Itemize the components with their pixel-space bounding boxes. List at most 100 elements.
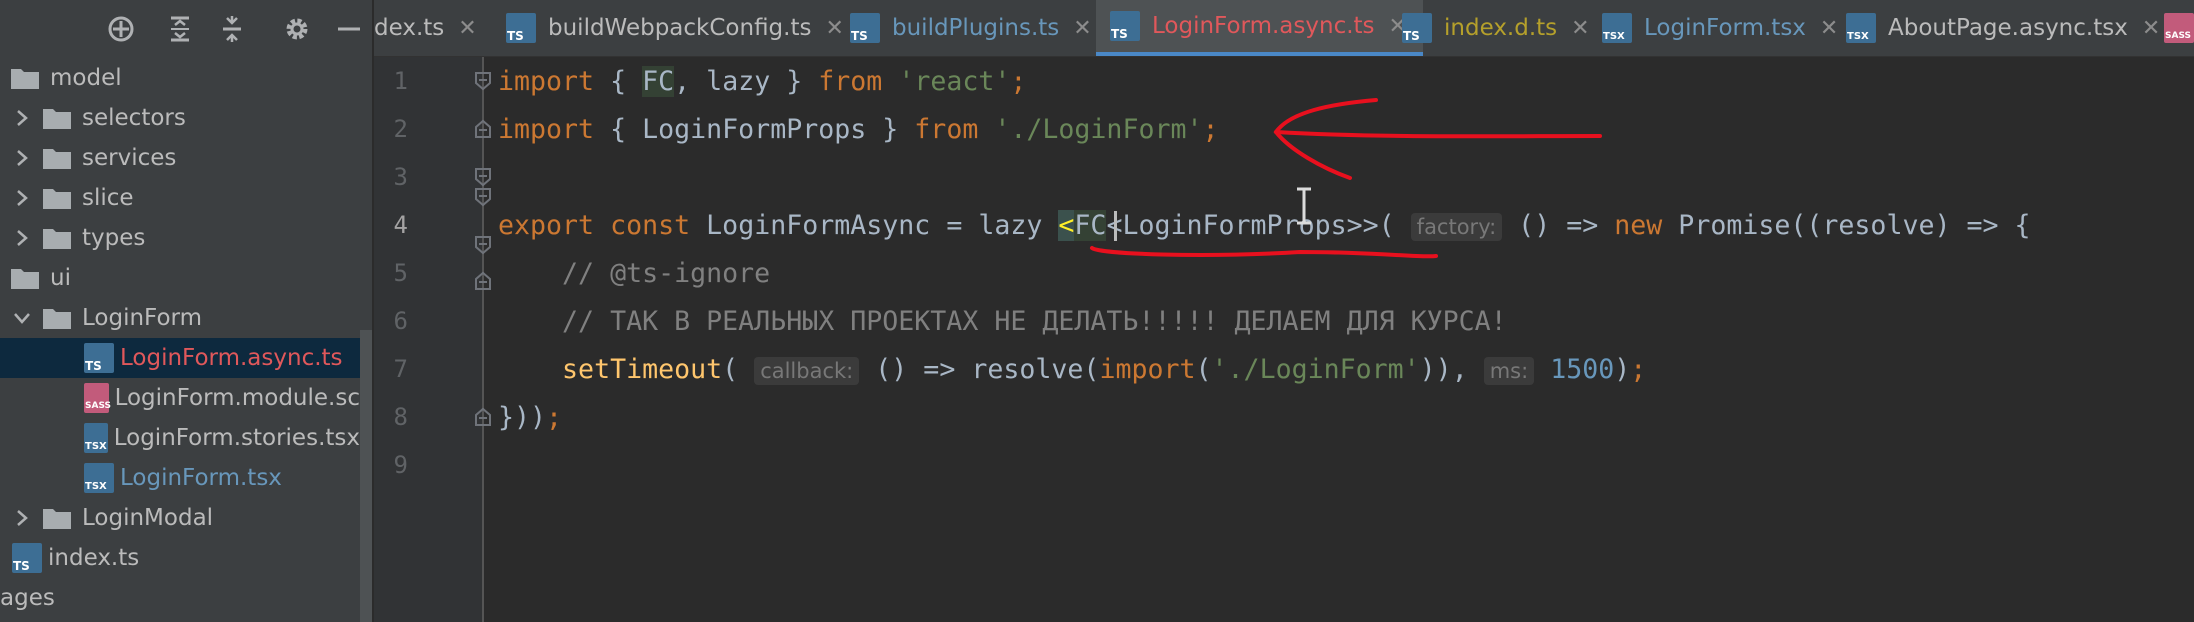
identifier-highlight: FC bbox=[642, 66, 675, 97]
tree-item-pages[interactable]: ages bbox=[0, 578, 360, 618]
tree-item-types[interactable]: types bbox=[12, 218, 372, 258]
tree-item-selectors[interactable]: selectors bbox=[12, 98, 372, 138]
tree-item-label: ages bbox=[0, 585, 55, 611]
tab-label: AboutPage.async.tsx bbox=[1888, 15, 2128, 41]
parameter-hint: factory: bbox=[1410, 213, 1503, 241]
editor-tabs: dex.ts ✕ TS buildWebpackConfig.ts ✕ TS b… bbox=[374, 0, 2194, 57]
keyword: import bbox=[498, 66, 595, 97]
tab-loginform-tsx[interactable]: TSX LoginForm.tsx ✕ bbox=[1602, 0, 1838, 56]
close-icon[interactable]: ✕ bbox=[458, 16, 476, 41]
tab-label: dex.ts bbox=[374, 15, 445, 41]
close-icon[interactable]: ✕ bbox=[825, 16, 843, 41]
chevron-right-icon[interactable] bbox=[12, 188, 32, 208]
collapse-all-icon[interactable] bbox=[217, 14, 247, 44]
fold-marker-icon[interactable] bbox=[474, 407, 492, 427]
code-text: ( bbox=[1195, 354, 1212, 385]
close-icon[interactable]: ✕ bbox=[1571, 16, 1589, 41]
folder-icon bbox=[42, 306, 72, 330]
code-line-5: // @ts-ignore bbox=[498, 250, 770, 297]
keyword: from bbox=[818, 66, 883, 97]
close-icon[interactable]: ✕ bbox=[1820, 16, 1838, 41]
chevron-right-icon[interactable] bbox=[12, 148, 32, 168]
tab-buildplugins[interactable]: TS buildPlugins.ts ✕ bbox=[850, 0, 1092, 56]
code-text: })) bbox=[498, 402, 547, 433]
tree-item-loginmodal[interactable]: LoginModal bbox=[12, 498, 372, 538]
string-literal: './LoginForm' bbox=[994, 114, 1203, 145]
fold-marker-icon[interactable] bbox=[474, 187, 492, 207]
sass-file-icon: SASS bbox=[84, 383, 111, 413]
expand-all-icon[interactable] bbox=[165, 14, 195, 44]
tab-buildwebpackconfig[interactable]: TS buildWebpackConfig.ts ✕ bbox=[506, 0, 844, 56]
chevron-right-icon[interactable] bbox=[12, 228, 32, 248]
code-line-1: import { FC, lazy } from 'react'; bbox=[498, 58, 1026, 105]
tree-item-label: services bbox=[82, 145, 177, 171]
tree-item-label: model bbox=[50, 65, 122, 91]
parameter-hint: callback: bbox=[754, 357, 860, 385]
tab-label: LoginForm.async.ts bbox=[1152, 13, 1375, 39]
sidebar-scrollbar[interactable] bbox=[360, 330, 372, 622]
tree-item-label: index.ts bbox=[48, 545, 140, 571]
tsx-file-icon: TSX bbox=[1602, 13, 1632, 43]
folder-icon bbox=[42, 226, 72, 250]
tab-aboutpage-async[interactable]: TSX AboutPage.async.tsx ✕ bbox=[1846, 0, 2160, 56]
folder-icon bbox=[42, 186, 72, 210]
tab-label: index.d.ts bbox=[1444, 15, 1558, 41]
code-editor[interactable]: 1 2 3 4 5 6 7 8 9 import { FC, lazy } fr… bbox=[374, 57, 2194, 622]
line-number: 9 bbox=[393, 451, 408, 479]
tree-item-loginform-stories[interactable]: TSX LoginForm.stories.tsx bbox=[84, 418, 360, 458]
fold-marker-icon[interactable] bbox=[474, 119, 492, 139]
typescript-file-icon: TS bbox=[850, 13, 880, 43]
chevron-right-icon[interactable] bbox=[12, 508, 32, 528]
string-literal: 'react' bbox=[898, 66, 1011, 97]
number-literal: 1500 bbox=[1550, 354, 1615, 385]
hide-icon[interactable] bbox=[334, 14, 364, 44]
tab-sass-file[interactable]: SASS bbox=[2164, 0, 2194, 56]
close-icon[interactable]: ✕ bbox=[2142, 16, 2160, 41]
gear-icon[interactable] bbox=[282, 14, 312, 44]
tree-item-index[interactable]: TS index.ts bbox=[12, 538, 372, 578]
code-text: () => bbox=[1502, 210, 1615, 241]
tree-item-loginform-async[interactable]: TS LoginForm.async.ts bbox=[0, 338, 360, 378]
punctuation: ; bbox=[546, 402, 563, 433]
code-text: ) bbox=[1614, 354, 1631, 385]
tree-item-label: types bbox=[82, 225, 146, 251]
typescript-file-icon: TS bbox=[1402, 13, 1432, 43]
tree-item-loginform-module[interactable]: SASS LoginForm.module.sc bbox=[84, 378, 360, 418]
code-line-4: export const LoginFormAsync = lazy <FC<L… bbox=[498, 202, 2031, 249]
tree-item-ui[interactable]: ui bbox=[10, 258, 370, 298]
code-line-6: // ТАК В РЕАЛЬНЫХ ПРОЕКТАХ НЕ ДЕЛАТЬ!!!!… bbox=[498, 298, 1507, 345]
chevron-right-icon[interactable] bbox=[12, 108, 32, 128]
typescript-file-icon: TS bbox=[12, 543, 42, 573]
code-text: Promise((resolve) => { bbox=[1662, 210, 2031, 241]
fold-marker-icon[interactable] bbox=[474, 71, 492, 91]
tree-item-services[interactable]: services bbox=[12, 138, 372, 178]
crosshair-icon[interactable] bbox=[106, 14, 136, 44]
typescript-file-icon: TS bbox=[84, 343, 114, 373]
keyword: export bbox=[498, 210, 595, 241]
sass-file-icon: SASS bbox=[2164, 13, 2194, 43]
fold-marker-icon[interactable] bbox=[474, 235, 492, 255]
tree-item-loginform[interactable]: LoginForm bbox=[12, 298, 372, 338]
line-number: 2 bbox=[393, 115, 408, 143]
folder-icon bbox=[42, 146, 72, 170]
tab-index-ts[interactable]: dex.ts ✕ bbox=[374, 0, 477, 56]
chevron-down-icon[interactable] bbox=[12, 308, 32, 328]
typescript-file-icon: TS bbox=[506, 13, 536, 43]
tree-item-model[interactable]: model bbox=[10, 58, 370, 98]
tree-item-slice[interactable]: slice bbox=[12, 178, 372, 218]
code-text: { LoginFormProps } bbox=[594, 114, 915, 145]
tab-loginform-async[interactable]: TS LoginForm.async.ts ✕ bbox=[1096, 0, 1423, 56]
tree-item-label: ui bbox=[50, 265, 71, 291]
tab-index-d-ts[interactable]: TS index.d.ts ✕ bbox=[1402, 0, 1590, 56]
project-tool-window: model selectors services slice types ui … bbox=[0, 0, 372, 622]
keyword: import bbox=[1099, 354, 1196, 385]
line-number: 3 bbox=[393, 163, 408, 191]
fold-marker-icon[interactable] bbox=[474, 271, 492, 291]
tree-item-loginform-tsx[interactable]: TSX LoginForm.tsx bbox=[84, 458, 360, 498]
tsx-file-icon: TSX bbox=[84, 423, 108, 453]
fold-marker-icon[interactable] bbox=[474, 167, 492, 187]
close-icon[interactable]: ✕ bbox=[1073, 16, 1091, 41]
